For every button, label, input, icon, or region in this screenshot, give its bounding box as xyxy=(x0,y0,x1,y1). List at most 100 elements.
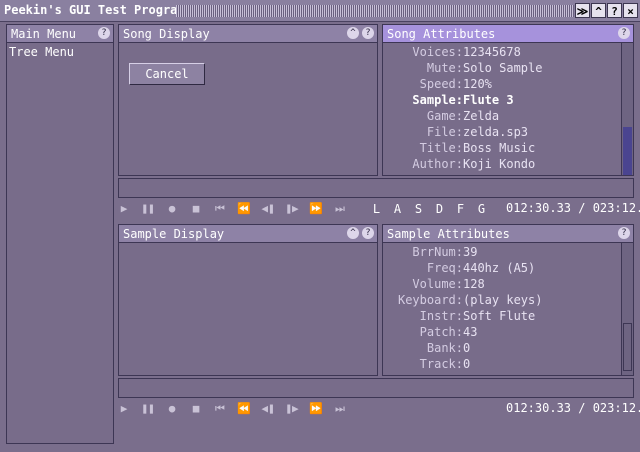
song-time-readout: 012:30.33 / 023:12.4 xyxy=(506,201,640,215)
step-forward-icon[interactable]: ❚▶ xyxy=(280,200,304,218)
attribute-value: Zelda xyxy=(463,109,500,123)
attribute-value: 128 xyxy=(463,277,485,291)
skip-start-icon[interactable]: ⏮ xyxy=(208,200,232,218)
sample-time-readout: 012:30.33 / 023:12.4 xyxy=(506,401,640,415)
help-icon[interactable]: ? xyxy=(98,27,110,39)
track-toggle-d[interactable]: D xyxy=(429,202,450,216)
sample-transport-bar: ▶ ❚❚ ● ■ ⏮ ⏪ ◀❚ ❚▶ ⏩ ⏭ xyxy=(112,400,352,418)
chevron-up-icon[interactable]: ^ xyxy=(347,227,359,239)
window-titlebar[interactable]: Peekin's GUI Test Program ≫ ^ ? × xyxy=(0,0,640,22)
main-menu-title: Main Menu xyxy=(11,27,77,41)
rewind-icon[interactable]: ⏪ xyxy=(232,200,256,218)
attribute-label: Game: xyxy=(426,109,463,123)
attribute-value: Soft Flute xyxy=(463,309,536,323)
stop-icon[interactable]: ■ xyxy=(184,400,208,418)
attribute-value: Solo Sample xyxy=(463,61,543,75)
attribute-value: Koji Kondo xyxy=(463,157,536,171)
attribute-row: Game: Zelda xyxy=(383,109,623,125)
step-back-icon[interactable]: ◀❚ xyxy=(256,400,280,418)
attribute-row: Keyboard: (play keys) xyxy=(383,293,623,309)
attribute-label: Instr: xyxy=(419,309,463,323)
attribute-value: Boss Music xyxy=(463,141,536,155)
collapse-all-icon[interactable]: ≫ xyxy=(575,3,590,18)
attribute-label: BrrNum: xyxy=(412,245,463,259)
play-icon[interactable]: ▶ xyxy=(112,400,136,418)
scrollbar-thumb[interactable] xyxy=(623,127,632,175)
song-timeline[interactable] xyxy=(118,178,634,198)
fast-forward-icon[interactable]: ⏩ xyxy=(304,400,328,418)
cancel-button[interactable]: Cancel xyxy=(129,63,205,85)
attribute-label: Author: xyxy=(412,157,463,171)
attribute-value: 43 xyxy=(463,325,478,339)
attribute-value: (play keys) xyxy=(463,293,543,307)
step-back-icon[interactable]: ◀❚ xyxy=(256,200,280,218)
attribute-row: Mute: Solo Sample xyxy=(383,61,623,77)
track-toggle-a[interactable]: A xyxy=(387,202,408,216)
attribute-label: Voices: xyxy=(412,45,463,59)
attribute-label: Title: xyxy=(419,141,463,155)
pause-icon[interactable]: ❚❚ xyxy=(136,200,160,218)
record-icon[interactable]: ● xyxy=(160,400,184,418)
track-toggle-s[interactable]: S xyxy=(408,202,429,216)
attribute-row: Title: Boss Music xyxy=(383,141,623,157)
help-icon[interactable]: ? xyxy=(618,227,630,239)
sample-timeline[interactable] xyxy=(118,378,634,398)
sample-display-panel: Sample Display ^ ? xyxy=(118,224,378,376)
sample-display-title: Sample Display xyxy=(123,227,225,241)
attribute-value: zelda.sp3 xyxy=(463,125,529,139)
attribute-value: 0 xyxy=(463,341,471,355)
attribute-label: Freq: xyxy=(426,261,463,275)
attribute-label: Mute: xyxy=(426,61,463,75)
main-menu-panel: Main Menu ? Tree Menu xyxy=(6,24,114,444)
attribute-label: Volume: xyxy=(412,277,463,291)
close-icon[interactable]: × xyxy=(623,3,638,18)
scrollbar-thumb[interactable] xyxy=(623,323,632,371)
tree-menu-item[interactable]: Tree Menu xyxy=(9,45,74,59)
track-toggle-g[interactable]: G xyxy=(471,202,492,216)
track-toggle-l[interactable]: L xyxy=(366,202,387,216)
help-icon[interactable]: ? xyxy=(362,27,374,39)
attribute-value: 39 xyxy=(463,245,478,259)
skip-end-icon[interactable]: ⏭ xyxy=(328,400,352,418)
rewind-icon[interactable]: ⏪ xyxy=(232,400,256,418)
attribute-row: Voices: 12345678 xyxy=(383,45,623,61)
maximize-icon[interactable]: ^ xyxy=(591,3,606,18)
attribute-value: 12345678 xyxy=(463,45,521,59)
chevron-up-icon[interactable]: ^ xyxy=(347,27,359,39)
sample-attributes-title: Sample Attributes xyxy=(387,227,510,241)
skip-start-icon[interactable]: ⏮ xyxy=(208,400,232,418)
window-title: Peekin's GUI Test Program xyxy=(4,3,185,17)
sample-attributes-panel: Sample Attributes ? BrrNum: 39 Freq: 440hz … xyxy=(382,224,634,376)
help-icon[interactable]: ? xyxy=(607,3,622,18)
attribute-value: 0 xyxy=(463,357,471,371)
skip-end-icon[interactable]: ⏭ xyxy=(328,200,352,218)
song-attributes-title: Song Attributes xyxy=(387,27,496,41)
attribute-row: Freq: 440hz (A5) xyxy=(383,261,623,277)
track-toggle-f[interactable]: F xyxy=(450,202,471,216)
stop-icon[interactable]: ■ xyxy=(184,200,208,218)
titlebar-grip[interactable] xyxy=(176,5,574,17)
attribute-value: Flute 3 xyxy=(463,93,514,107)
attribute-label: Sample: xyxy=(412,93,463,107)
attribute-label: Speed: xyxy=(419,77,463,91)
pause-icon[interactable]: ❚❚ xyxy=(136,400,160,418)
song-display-panel: Song Display ^ ? Cancel xyxy=(118,24,378,176)
attribute-value: 120% xyxy=(463,77,492,91)
song-transport-bar: ▶ ❚❚ ● ■ ⏮ ⏪ ◀❚ ❚▶ ⏩ ⏭ LASDFG xyxy=(112,200,492,218)
attribute-label: Track: xyxy=(419,357,463,371)
attribute-row: Sample: Flute 3 xyxy=(383,93,623,109)
attribute-label: Keyboard: xyxy=(397,293,463,307)
help-icon[interactable]: ? xyxy=(618,27,630,39)
step-forward-icon[interactable]: ❚▶ xyxy=(280,400,304,418)
attribute-row: Volume: 128 xyxy=(383,277,623,293)
fast-forward-icon[interactable]: ⏩ xyxy=(304,200,328,218)
song-attributes-scrollbar[interactable] xyxy=(621,43,633,175)
help-icon[interactable]: ? xyxy=(362,227,374,239)
attribute-row: BrrNum: 39 xyxy=(383,245,623,261)
play-icon[interactable]: ▶ xyxy=(112,200,136,218)
attribute-row: Patch: 43 xyxy=(383,325,623,341)
attribute-label: File: xyxy=(426,125,463,139)
attribute-row: File: zelda.sp3 xyxy=(383,125,623,141)
record-icon[interactable]: ● xyxy=(160,200,184,218)
sample-attributes-scrollbar[interactable] xyxy=(621,243,633,375)
